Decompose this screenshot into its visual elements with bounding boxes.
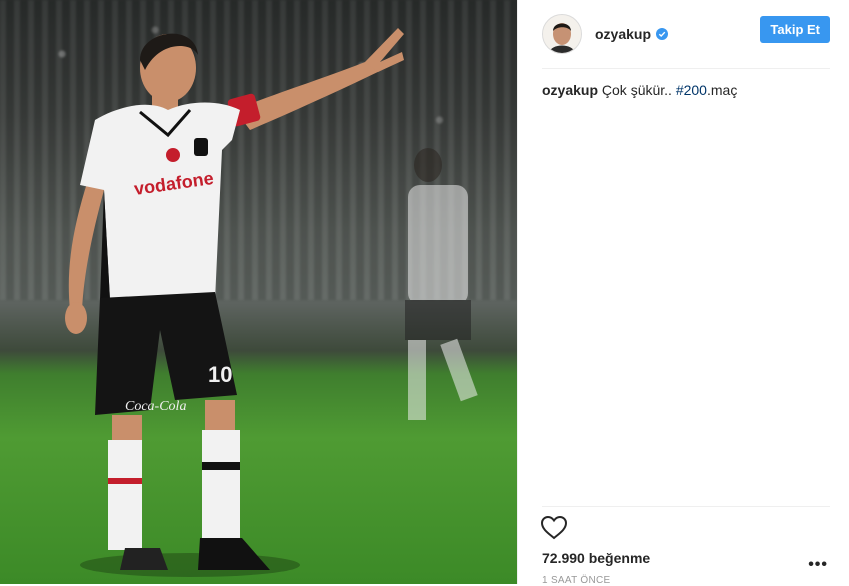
more-options-icon[interactable]: ••• (808, 556, 828, 574)
player-illustration: vodafone 10 Coca-Cola (65, 28, 478, 577)
svg-text:Coca-Cola: Coca-Cola (125, 399, 186, 414)
caption-username[interactable]: ozyakup (542, 82, 598, 98)
post-timestamp: 1 SAAT ÖNCE (542, 575, 611, 586)
likes-count[interactable]: 72.990 beğenme (542, 550, 650, 566)
heart-icon[interactable] (540, 515, 568, 541)
actions-divider (542, 506, 830, 507)
caption-text: Çok şükür.. (601, 82, 672, 98)
verified-badge-icon (656, 28, 669, 40)
caption-suffix: .maç (706, 82, 738, 98)
post-caption: ozyakup Çok şükür.. #200.maç (542, 82, 737, 98)
avatar-image (543, 15, 581, 53)
header-divider (542, 68, 830, 69)
post-photo[interactable]: vodafone 10 Coca-Cola (0, 0, 517, 584)
caption-hashtag[interactable]: #200 (676, 82, 707, 98)
follow-button[interactable]: Takip Et (760, 16, 830, 43)
avatar[interactable] (542, 14, 582, 54)
svg-text:10: 10 (208, 362, 232, 387)
post-sidebar: ozyakup Takip Et ozyakup Çok şükür.. #20… (517, 0, 849, 586)
post-header: ozyakup Takip Et (542, 11, 830, 57)
post-username[interactable]: ozyakup (595, 26, 651, 42)
